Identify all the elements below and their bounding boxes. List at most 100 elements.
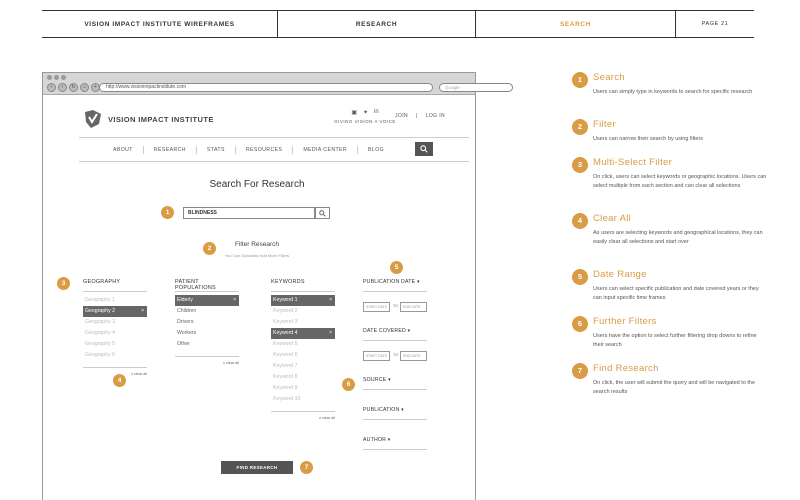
callout-badge-4: 4: [113, 374, 126, 387]
date-covered-dropdown[interactable]: DATE COVERED ▾: [363, 328, 410, 334]
remove-icon[interactable]: ×: [329, 328, 332, 339]
caret-down-icon: ▾: [407, 328, 411, 334]
annotation-description: Users have the option to select further …: [593, 333, 757, 348]
forward-icon[interactable]: ›: [58, 83, 67, 92]
search-button[interactable]: [315, 207, 330, 219]
clear-all-link[interactable]: x clear all: [175, 361, 239, 365]
list-item-label: Keyword 4: [273, 330, 298, 336]
list-item[interactable]: Keyword 5: [271, 339, 335, 350]
search-icon: [420, 145, 428, 153]
annotation-description: As users are selecting keywords and geog…: [593, 230, 763, 245]
nav-item-media-center[interactable]: MEDIA CENTER: [293, 146, 359, 154]
window-close-dot[interactable]: [47, 75, 52, 80]
date-covered-label: DATE COVERED: [363, 328, 406, 334]
caret-down-icon: ▾: [401, 407, 404, 413]
list-item[interactable]: Keyword 6: [271, 350, 335, 361]
callout-badge-1: 1: [161, 206, 174, 219]
facebook-icon[interactable]: ▣: [351, 109, 357, 116]
list-item-selected[interactable]: Geography 2 ×: [83, 306, 147, 317]
annotation-title: Further Filters: [593, 316, 657, 327]
login-link[interactable]: LOG IN: [426, 113, 445, 119]
list-item-selected[interactable]: Keyword 4 ×: [271, 328, 335, 339]
caret-down-icon: ▾: [416, 279, 420, 285]
list-item-label: Elderly: [177, 297, 193, 303]
list-item[interactable]: Geography 3: [83, 317, 147, 328]
list-item[interactable]: Keyword 8: [271, 372, 335, 383]
source-dropdown[interactable]: SOURCE ▾: [363, 377, 391, 383]
list-item[interactable]: Keyword 7: [271, 361, 335, 372]
caret-down-icon: ▾: [387, 437, 391, 443]
list-item[interactable]: Geography 5: [83, 339, 147, 350]
annotation-description: Users can narrow their search by using f…: [593, 136, 704, 142]
browser-chrome: ‹ › ↻ ⌂ + http://www.visionimpactinstitu…: [43, 73, 513, 95]
annotation-title: Multi-Select Filter: [593, 157, 673, 168]
list-item-selected[interactable]: Elderly ×: [175, 295, 239, 306]
list-item[interactable]: Workers: [175, 328, 239, 339]
list-item[interactable]: Other: [175, 339, 239, 350]
list-item[interactable]: Geography 6: [83, 350, 147, 361]
nav-item-about[interactable]: ABOUT: [103, 146, 144, 154]
author-dropdown[interactable]: AUTHOR ▾: [363, 437, 391, 443]
list-item-selected[interactable]: Keyword 1 ×: [271, 295, 335, 306]
nav-item-research[interactable]: RESEARCH: [144, 146, 197, 154]
covered-start-date-input[interactable]: START DATE: [363, 351, 390, 361]
list-item[interactable]: Keyword 2: [271, 306, 335, 317]
annotation-number: 2: [572, 119, 588, 135]
annotation-description: Users can simply type in keywords to sea…: [593, 89, 753, 95]
find-research-button[interactable]: FIND RESEARCH: [221, 461, 293, 474]
remove-icon[interactable]: ×: [329, 295, 332, 306]
list-item[interactable]: Geography 1: [83, 295, 147, 306]
author-label: AUTHOR: [363, 437, 387, 443]
callout-badge-7: 7: [300, 461, 313, 474]
nav-search-button[interactable]: [415, 142, 433, 156]
remove-icon[interactable]: ×: [141, 306, 144, 317]
annotation-number: 5: [572, 269, 588, 285]
patient-populations-filter: PATIENT POPULATIONS Elderly × Children Dr…: [175, 279, 239, 365]
main-nav: ABOUT RESEARCH STATS RESOURCES MEDIA CEN…: [103, 139, 394, 161]
publication-date-dropdown[interactable]: PUBLICATION DATE ▾: [363, 279, 420, 285]
list-item[interactable]: Keyword 9: [271, 383, 335, 394]
home-icon[interactable]: ⌂: [80, 83, 89, 92]
list-item[interactable]: Geography 4: [83, 328, 147, 339]
search-input[interactable]: BLINDNESS: [183, 207, 315, 219]
callout-badge-6: 6: [342, 378, 355, 391]
list-item[interactable]: Children: [175, 306, 239, 317]
annotation-description: On click, users can select keywords or g…: [593, 174, 767, 189]
list-item[interactable]: Drivers: [175, 317, 239, 328]
window-minimize-dot[interactable]: [54, 75, 59, 80]
address-bar[interactable]: http://www.visionimpactinstitute.com: [99, 83, 433, 92]
reload-icon[interactable]: ↻: [69, 83, 78, 92]
nav-item-blog[interactable]: BLOG: [358, 146, 394, 154]
annotation-number: 1: [572, 72, 588, 88]
source-label: SOURCE: [363, 377, 387, 383]
site-logo[interactable]: VISION IMPACT INSTITUTE: [83, 109, 214, 129]
nav-item-stats[interactable]: STATS: [197, 146, 236, 154]
divider: [79, 137, 469, 138]
publication-dropdown[interactable]: PUBLICATION ▾: [363, 407, 404, 413]
covered-end-date-input[interactable]: END DATE: [400, 351, 427, 361]
divider: [363, 389, 427, 390]
annotation-number: 7: [572, 363, 588, 379]
list-item-label: Geography 2: [85, 308, 115, 314]
list-item[interactable]: Keyword 10: [271, 394, 335, 405]
divider: [363, 340, 427, 341]
publication-label: PUBLICATION: [363, 407, 400, 413]
annotation-title: Filter: [593, 119, 616, 130]
twitter-icon[interactable]: ✦: [363, 109, 368, 116]
divider: [363, 419, 427, 420]
linkedin-icon[interactable]: in: [374, 109, 379, 116]
join-link[interactable]: JOIN: [395, 113, 408, 119]
filter-title: Filter Research: [234, 241, 280, 248]
window-maximize-dot[interactable]: [61, 75, 66, 80]
browser-window: ‹ › ↻ ⌂ + http://www.visionimpactinstitu…: [42, 72, 513, 500]
publication-end-date-input[interactable]: END DATE: [400, 302, 427, 312]
back-icon[interactable]: ‹: [47, 83, 56, 92]
page-header: VISION IMPACT INSTITUTE WIREFRAMES RESEA…: [42, 10, 754, 38]
publication-start-date-input[interactable]: START DATE: [363, 302, 390, 312]
remove-icon[interactable]: ×: [233, 295, 236, 306]
clear-all-link[interactable]: x clear all: [271, 416, 335, 420]
nav-item-resources[interactable]: RESOURCES: [236, 146, 294, 154]
browser-search-input[interactable]: Google: [439, 83, 513, 92]
annotation-title: Date Range: [593, 269, 647, 280]
list-item[interactable]: Keyword 3: [271, 317, 335, 328]
